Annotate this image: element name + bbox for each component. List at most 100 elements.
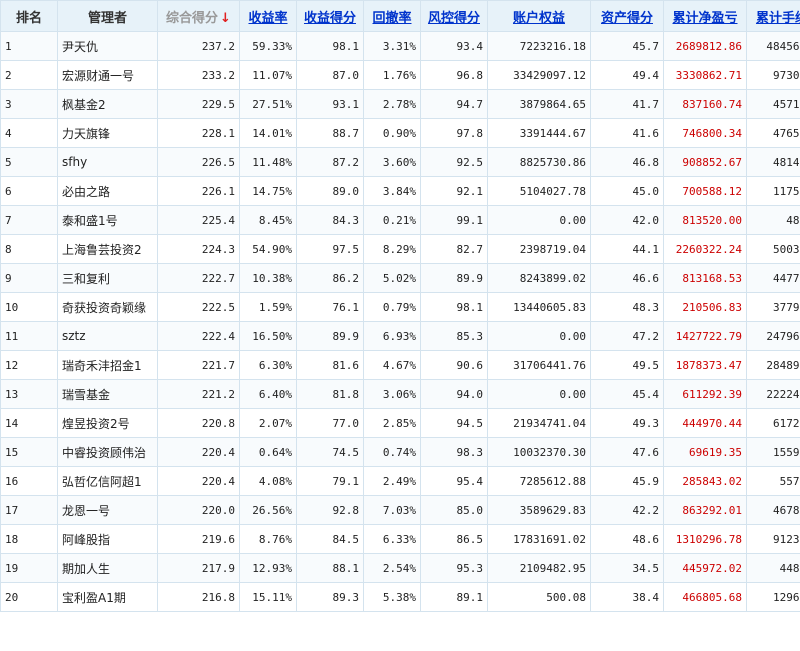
cell-cum-fee: 480.00 (746, 205, 800, 235)
cell-cum-fee: 45714.26 (746, 89, 800, 119)
cell-total-score: 237.2 (157, 31, 240, 61)
cell-return-score: 76.1 (296, 292, 364, 322)
cell-asset-score: 45.0 (590, 176, 664, 206)
cell-rank: 7 (0, 205, 58, 235)
cell-cum-fee: 11753.88 (746, 176, 800, 206)
cell-equity: 8825730.86 (487, 147, 591, 177)
table-row: 12 瑞奇禾沣招金1 221.7 6.30% 81.6 4.67% 90.6 31706441… (0, 350, 800, 380)
cell-manager: 奇获投资奇颖缘 (57, 292, 158, 322)
cell-drawdown: 0.90% (363, 118, 421, 148)
cell-total-score: 222.5 (157, 292, 240, 322)
table-row: 10 奇获投资奇颖缘 222.5 1.59% 76.1 0.79% 98.1 13440605… (0, 292, 800, 322)
cell-drawdown: 0.21% (363, 205, 421, 235)
cell-return-rate: 12.93% (239, 553, 297, 583)
cell-risk-score: 86.5 (420, 524, 488, 554)
header-return-score[interactable]: 收益得分 (296, 0, 364, 32)
cell-manager: 瑞雪基金 (57, 379, 158, 409)
cell-risk-score: 90.6 (420, 350, 488, 380)
cell-rank: 17 (0, 495, 58, 525)
cell-total-score: 216.8 (157, 582, 240, 612)
table-row: 11 sztz 222.4 16.50% 89.9 6.93% 85.3 0.00 47.2 14… (0, 321, 800, 351)
cell-return-rate: 54.90% (239, 234, 297, 264)
table-row: 1 尹天仇 237.2 59.33% 98.1 3.31% 93.4 7223216.18 45… (0, 31, 800, 61)
header-cum-pnl[interactable]: 累计净盈亏 (663, 0, 747, 32)
cell-asset-score: 38.4 (590, 582, 664, 612)
cell-total-score: 228.1 (157, 118, 240, 148)
table-row: 8 上海鲁芸投资2 224.3 54.90% 97.5 8.29% 82.7 2398719.… (0, 234, 800, 264)
cell-return-rate: 8.45% (239, 205, 297, 235)
cell-return-rate: 6.40% (239, 379, 297, 409)
cell-asset-score: 46.8 (590, 147, 664, 177)
cell-asset-score: 48.3 (590, 292, 664, 322)
cell-risk-score: 99.1 (420, 205, 488, 235)
cell-risk-score: 98.1 (420, 292, 488, 322)
cell-cum-pnl: 813520.00 (663, 205, 747, 235)
cell-asset-score: 41.6 (590, 118, 664, 148)
cell-return-score: 77.0 (296, 408, 364, 438)
cell-drawdown: 6.93% (363, 321, 421, 351)
header-drawdown[interactable]: 回撤率 (363, 0, 421, 32)
cell-return-score: 81.6 (296, 350, 364, 380)
header-equity[interactable]: 账户权益 (487, 0, 591, 32)
table-row: 18 阿峰股指 219.6 8.76% 84.5 6.33% 86.5 17831691.02… (0, 524, 800, 554)
cell-rank: 14 (0, 408, 58, 438)
cell-total-score: 220.8 (157, 408, 240, 438)
cell-cum-fee: 4487.98 (746, 553, 800, 583)
cell-return-rate: 16.50% (239, 321, 297, 351)
header-risk-score[interactable]: 风控得分 (420, 0, 488, 32)
cell-risk-score: 85.0 (420, 495, 488, 525)
header-total-score[interactable]: 综合得分 ↓ (157, 0, 240, 32)
cell-return-score: 88.1 (296, 553, 364, 583)
cell-drawdown: 6.33% (363, 524, 421, 554)
table-row: 20 宝利盈A1期 216.8 15.11% 89.3 5.38% 89.1 500.08 38… (0, 582, 800, 612)
cell-cum-fee: 247962.21 (746, 321, 800, 351)
cell-drawdown: 5.02% (363, 263, 421, 293)
cell-rank: 20 (0, 582, 58, 612)
table-header-row: 排名 管理者 综合得分 ↓ 收益率 收益得分 回撤率 风控得分 账户权益 资产得分… (0, 0, 800, 32)
cell-cum-fee: 61729.56 (746, 408, 800, 438)
header-asset-score[interactable]: 资产得分 (590, 0, 664, 32)
cell-cum-fee: 484567.14 (746, 31, 800, 61)
cell-drawdown: 2.78% (363, 89, 421, 119)
cell-risk-score: 96.8 (420, 60, 488, 90)
cell-return-rate: 0.64% (239, 437, 297, 467)
table-row: 14 煌昱投资2号 220.8 2.07% 77.0 2.85% 94.5 21934741.… (0, 408, 800, 438)
cell-drawdown: 2.49% (363, 466, 421, 496)
cell-cum-pnl: 466805.68 (663, 582, 747, 612)
cell-risk-score: 92.5 (420, 147, 488, 177)
cell-drawdown: 2.85% (363, 408, 421, 438)
cell-cum-pnl: 2689812.86 (663, 31, 747, 61)
cell-cum-pnl: 700588.12 (663, 176, 747, 206)
cell-drawdown: 1.76% (363, 60, 421, 90)
cell-cum-fee: 46787.99 (746, 495, 800, 525)
table-row: 4 力天旗锋 228.1 14.01% 88.7 0.90% 97.8 3391444.67 4… (0, 118, 800, 148)
cell-total-score: 220.0 (157, 495, 240, 525)
header-return-rate[interactable]: 收益率 (239, 0, 297, 32)
cell-drawdown: 5.38% (363, 582, 421, 612)
cell-rank: 4 (0, 118, 58, 148)
cell-asset-score: 42.0 (590, 205, 664, 235)
cell-rank: 18 (0, 524, 58, 554)
cell-cum-fee: 47658.07 (746, 118, 800, 148)
cell-asset-score: 49.5 (590, 350, 664, 380)
cell-rank: 11 (0, 321, 58, 351)
cell-manager: sfhy (57, 147, 158, 177)
cell-risk-score: 98.3 (420, 437, 488, 467)
cell-equity: 31706441.76 (487, 350, 591, 380)
cell-return-score: 87.2 (296, 147, 364, 177)
header-cum-fee[interactable]: 累计手续费 (746, 0, 800, 32)
cell-return-rate: 27.51% (239, 89, 297, 119)
table-row: 3 枫基金2 229.5 27.51% 93.1 2.78% 94.7 3879864.65 4… (0, 89, 800, 119)
table-row: 17 龙恩一号 220.0 26.56% 92.8 7.03% 85.0 3589629.83… (0, 495, 800, 525)
cell-manager: 必由之路 (57, 176, 158, 206)
cell-rank: 8 (0, 234, 58, 264)
cell-cum-fee: 91238.22 (746, 524, 800, 554)
cell-drawdown: 3.31% (363, 31, 421, 61)
cell-manager: 上海鲁芸投资2 (57, 234, 158, 264)
cell-cum-fee: 5579.98 (746, 466, 800, 496)
cell-cum-pnl: 210506.83 (663, 292, 747, 322)
table-row: 6 必由之路 226.1 14.75% 89.0 3.84% 92.1 5104027.78 4… (0, 176, 800, 206)
cell-asset-score: 42.2 (590, 495, 664, 525)
cell-manager: 宏源财通一号 (57, 60, 158, 90)
cell-rank: 19 (0, 553, 58, 583)
